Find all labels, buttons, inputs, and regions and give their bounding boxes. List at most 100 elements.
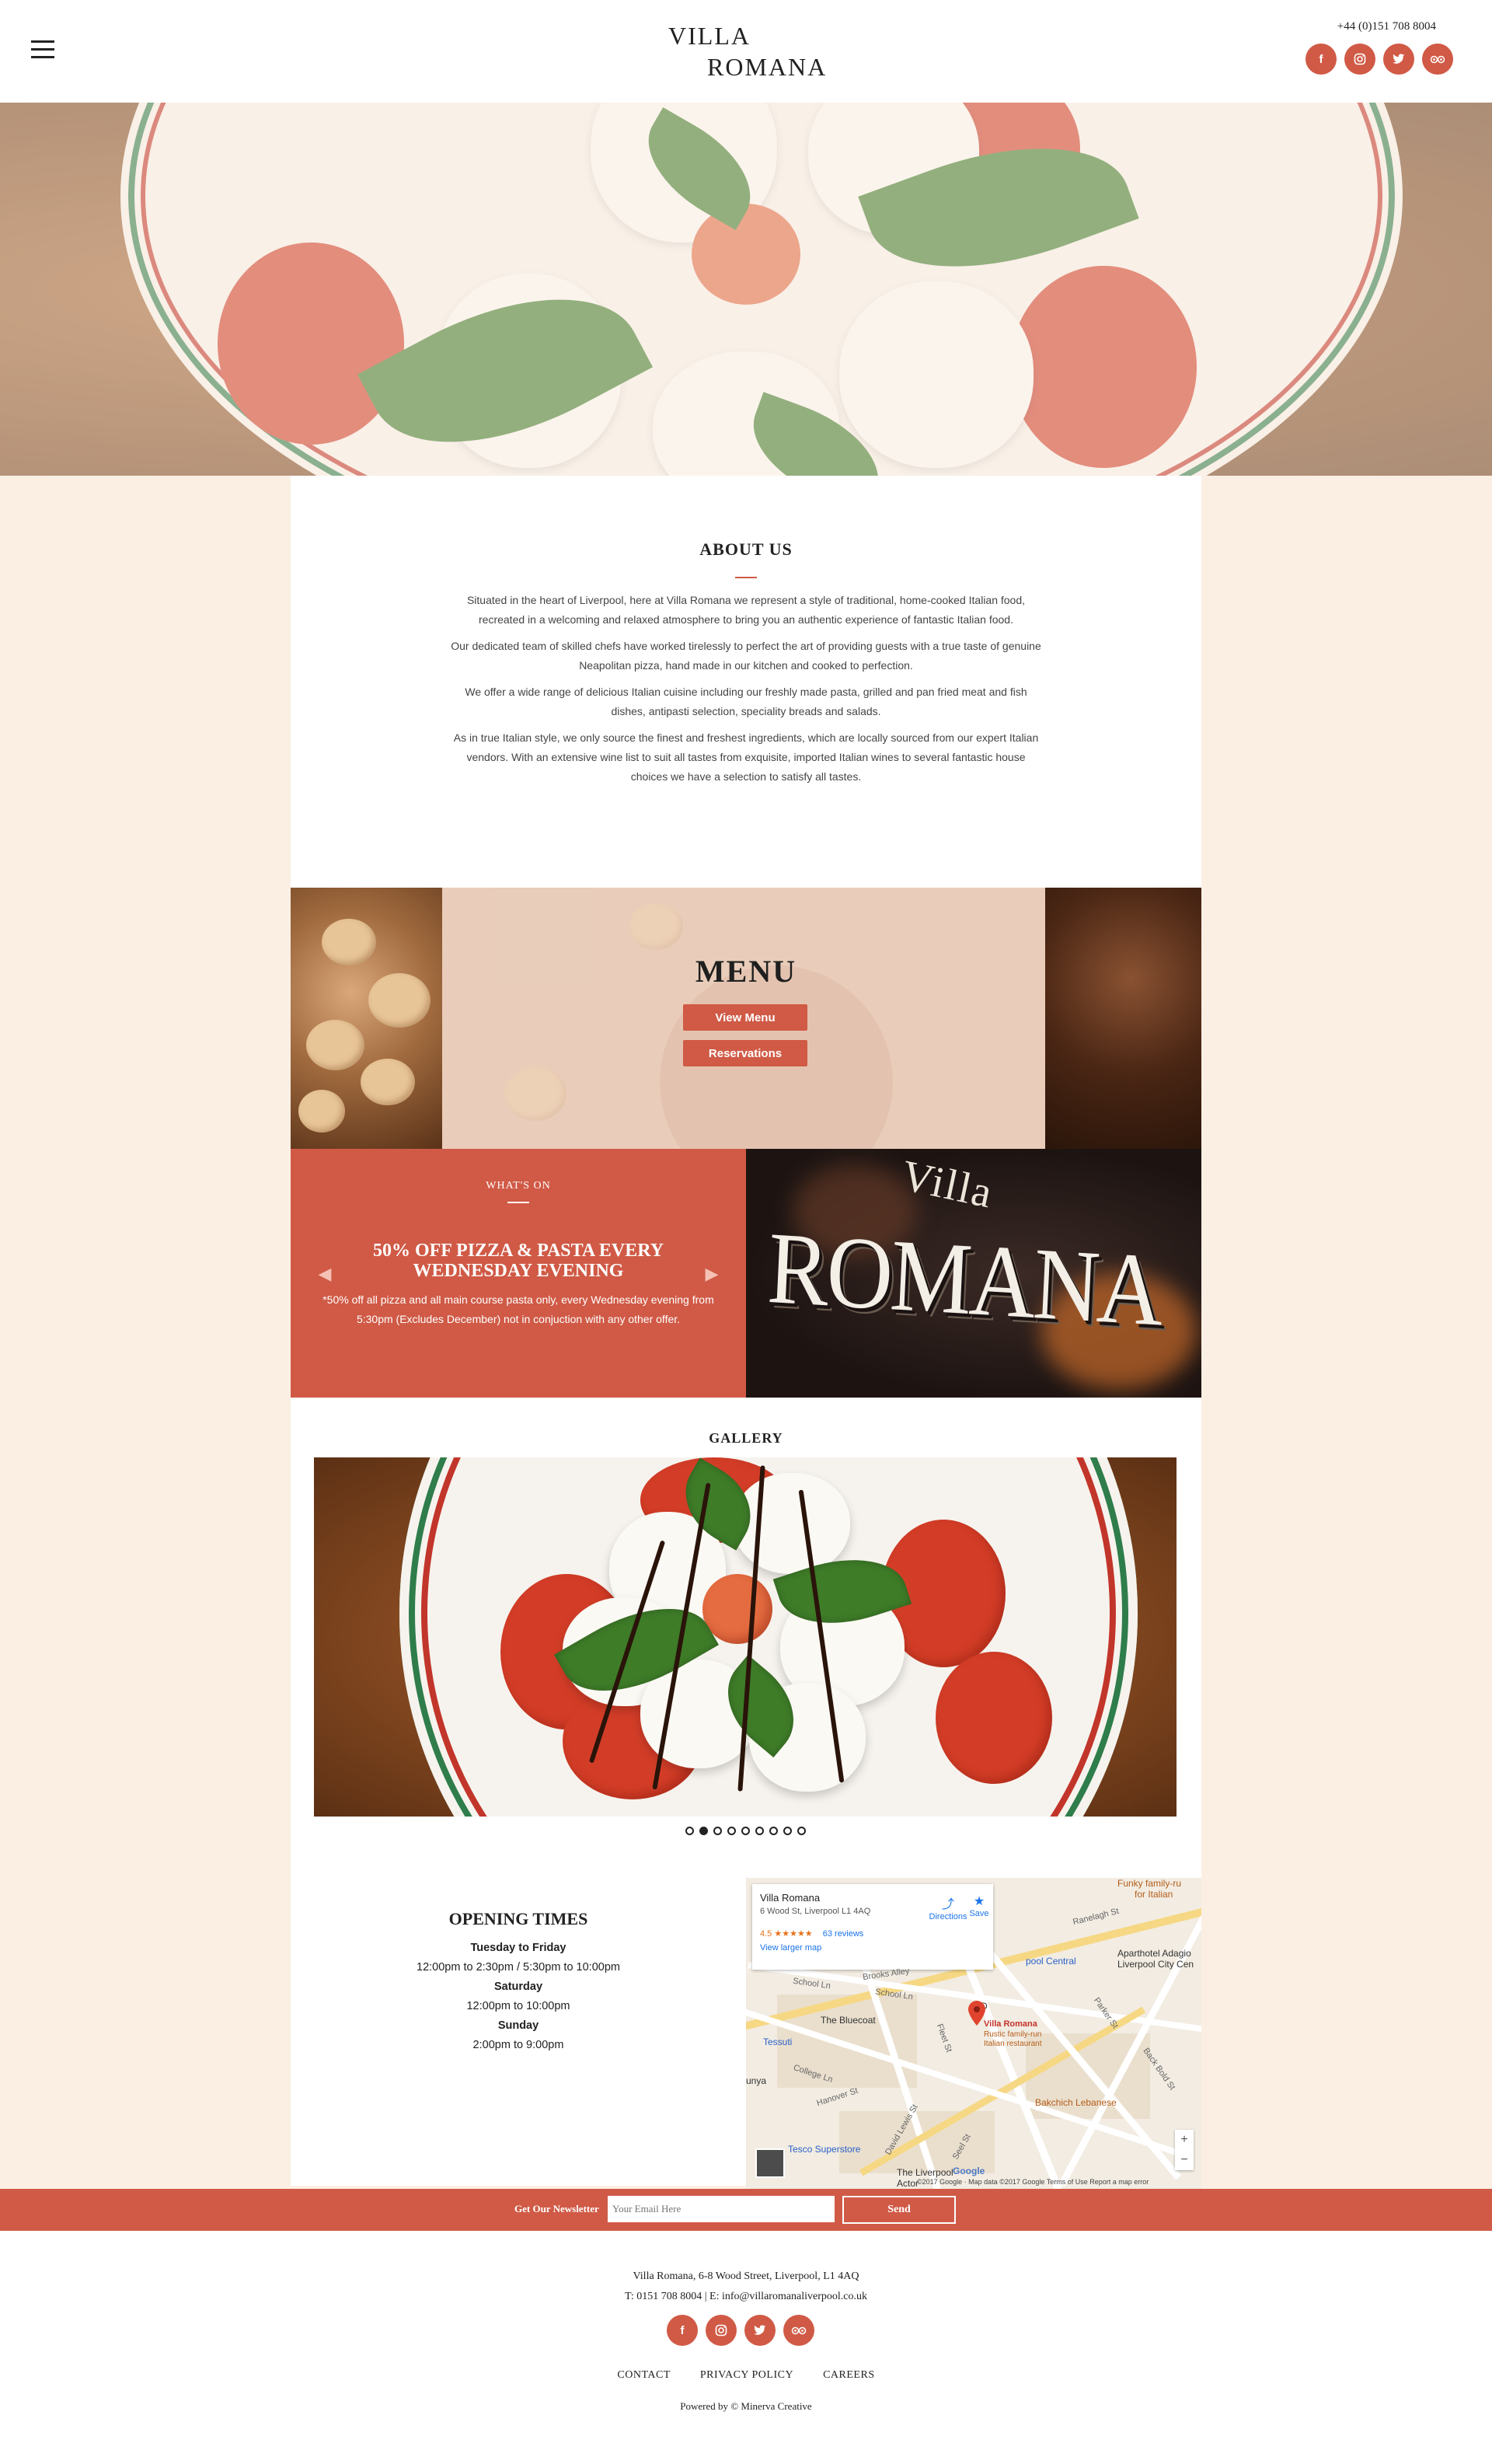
location-map[interactable]: Villa Romana 6 Wood St, Liverpool L1 4AQ… (746, 1878, 1201, 2189)
footer-social-links: f (667, 2315, 814, 2346)
site-header: VILLA ROMANA +44 (0)151 708 8004 f (0, 0, 1492, 103)
google-logo: Google (953, 2166, 985, 2176)
footer-link-careers[interactable]: CAREERS (823, 2369, 875, 2382)
newsletter-label: Get Our Newsletter (514, 2203, 599, 2214)
about-paragraph: We offer a wide range of delicious Itali… (465, 686, 1027, 717)
map-reviews-link[interactable]: 63 reviews (823, 1929, 864, 1939)
map-street-label: Ranelagh St (1072, 1906, 1121, 1928)
view-larger-map-link[interactable]: View larger map (760, 1943, 985, 1953)
map-poi-label: Aparthotel Adagio (1117, 1948, 1191, 1959)
gallery-title: GALLERY (709, 1430, 783, 1446)
footer-phone-email[interactable]: T: 0151 708 8004 | E: info@villaromanali… (0, 2287, 1492, 2307)
whats-on-title: 50% OFF PIZZA & PASTA EVERY WEDNESDAY EV… (372, 1241, 664, 1281)
street-view-thumbnail[interactable] (755, 2148, 785, 2178)
gallery-dot[interactable] (769, 1827, 778, 1835)
map-poi-label: The Liverpool (897, 2167, 953, 2178)
about-paragraph: Our dedicated team of skilled chefs have… (451, 640, 1041, 672)
restaurant-sign-image: Villa ROMANA (746, 1149, 1201, 1398)
opening-day: Saturday (493, 1981, 543, 1993)
map-rating: 4.5 ★★★★★ 63 reviews (760, 1928, 985, 1939)
map-poi-label: Bakchich Lebanese (1035, 2097, 1117, 2108)
gallery-dot[interactable] (783, 1827, 792, 1835)
header-phone[interactable]: +44 (0)151 708 8004 (1337, 20, 1436, 33)
opening-times-list: Tuesday to Friday 12:00pm to 2:30pm / 5:… (291, 1939, 746, 2055)
zoom-in-icon[interactable]: + (1175, 2130, 1194, 2150)
map-pin-desc: Italian restaurant (984, 2040, 1042, 2048)
star-icon: ★ (973, 1895, 985, 1908)
about-paragraph: As in true Italian style, we only source… (453, 731, 1039, 783)
map-pin-icon[interactable] (968, 2001, 985, 2026)
tripadvisor-icon[interactable] (1422, 44, 1453, 75)
map-poi-label: unya (746, 2075, 767, 2086)
map-street-label: Hanover St (815, 2085, 859, 2109)
about-paragraph: Situated in the heart of Liverpool, here… (466, 594, 1026, 626)
gallery-dot-active[interactable] (699, 1827, 708, 1835)
whats-on-divider (507, 1202, 529, 1203)
gallery-dot[interactable] (713, 1827, 722, 1835)
opening-day: Tuesday to Friday (470, 1942, 566, 1954)
newsletter-bar: Get Our Newsletter Send (0, 2189, 1492, 2231)
sign-romana-text: ROMANA (765, 1210, 1164, 1348)
map-poi-label: for Italian (1135, 1889, 1173, 1900)
map-zoom-controls: + − (1175, 2130, 1194, 2170)
about-text: Situated in the heart of Liverpool, here… (451, 591, 1041, 794)
gallery-dot[interactable] (797, 1827, 806, 1835)
footer-link-privacy[interactable]: PRIVACY POLICY (700, 2369, 793, 2382)
footer-credit[interactable]: Powered by © Minerva Creative (0, 2400, 1492, 2413)
twitter-icon[interactable] (744, 2315, 776, 2346)
whats-on-panel: WHAT'S ON ◀ ▶ 50% OFF PIZZA & PASTA EVER… (291, 1149, 746, 1398)
about-title: ABOUT US (699, 539, 793, 559)
footer-link-contact[interactable]: CONTACT (617, 2369, 671, 2382)
chevron-left-icon[interactable]: ◀ (317, 1264, 333, 1284)
map-poi-label: Funky family-ru (1117, 1878, 1182, 1889)
logo-line-2: ROMANA (707, 53, 828, 81)
opening-hours: 2:00pm to 9:00pm (472, 2039, 564, 2051)
header-social-links: f (1306, 44, 1453, 75)
save-button[interactable]: ★ Save (956, 1893, 1002, 1918)
reservations-button[interactable]: Reservations (683, 1040, 807, 1066)
cocoa-dessert-image (1045, 888, 1201, 1149)
map-poi-label: The Bluecoat (821, 2015, 876, 2026)
zoom-out-icon[interactable]: − (1175, 2150, 1194, 2170)
opening-hours: 12:00pm to 2:30pm / 5:30pm to 10:00pm (417, 1961, 620, 1974)
chevron-right-icon[interactable]: ▶ (704, 1264, 720, 1284)
map-rating-value: 4.5 (760, 1929, 772, 1939)
tripadvisor-icon[interactable] (783, 2315, 814, 2346)
whats-on-label: WHAT'S ON (486, 1180, 551, 1192)
gallery-slide-image[interactable] (314, 1457, 1177, 1817)
biscotti-image (291, 888, 442, 1149)
star-icon: ★★★★★ (774, 1929, 813, 1939)
map-place-card: Villa Romana 6 Wood St, Liverpool L1 4AQ… (752, 1884, 993, 1970)
opening-hours: 12:00pm to 10:00pm (466, 2000, 570, 2012)
footer-links: CONTACT PRIVACY POLICY CAREERS (0, 2369, 1492, 2382)
map-poi-label: Actor (897, 2178, 919, 2189)
facebook-icon[interactable]: f (667, 2315, 698, 2346)
hero-image (0, 103, 1492, 476)
instagram-icon[interactable] (706, 2315, 737, 2346)
about-divider (735, 577, 757, 578)
view-menu-button[interactable]: View Menu (683, 1004, 807, 1031)
gallery-dot[interactable] (685, 1827, 694, 1835)
gallery-pagination (685, 1827, 806, 1835)
map-poi-label: Liverpool City Cen (1117, 1959, 1194, 1970)
newsletter-send-button[interactable]: Send (842, 2196, 956, 2224)
menu-title: MENU (695, 954, 797, 989)
facebook-icon[interactable]: f (1306, 44, 1337, 75)
site-logo[interactable]: VILLA ROMANA (668, 22, 839, 84)
save-label: Save (969, 1909, 989, 1918)
newsletter-email-input[interactable] (608, 2196, 835, 2222)
map-street-label: Fleet St (934, 2023, 954, 2054)
map-poi-label: Tesco Superstore (788, 2144, 861, 2155)
gallery-dot[interactable] (741, 1827, 750, 1835)
menu-hamburger-icon[interactable] (31, 40, 54, 59)
menu-section: MENU View Menu Reservations (291, 888, 1201, 1149)
footer-address: Villa Romana, 6-8 Wood Street, Liverpool… (633, 2270, 859, 2282)
opening-times-title: OPENING TIMES (448, 1909, 588, 1928)
gallery-dot[interactable] (755, 1827, 764, 1835)
gallery-dot[interactable] (727, 1827, 736, 1835)
map-poi-label: Tessuti (763, 2036, 793, 2047)
instagram-icon[interactable] (1344, 44, 1375, 75)
map-pin-desc: Rustic family-run (984, 2030, 1042, 2039)
twitter-icon[interactable] (1383, 44, 1414, 75)
footer-contact: Villa Romana, 6-8 Wood Street, Liverpool… (0, 2267, 1492, 2307)
